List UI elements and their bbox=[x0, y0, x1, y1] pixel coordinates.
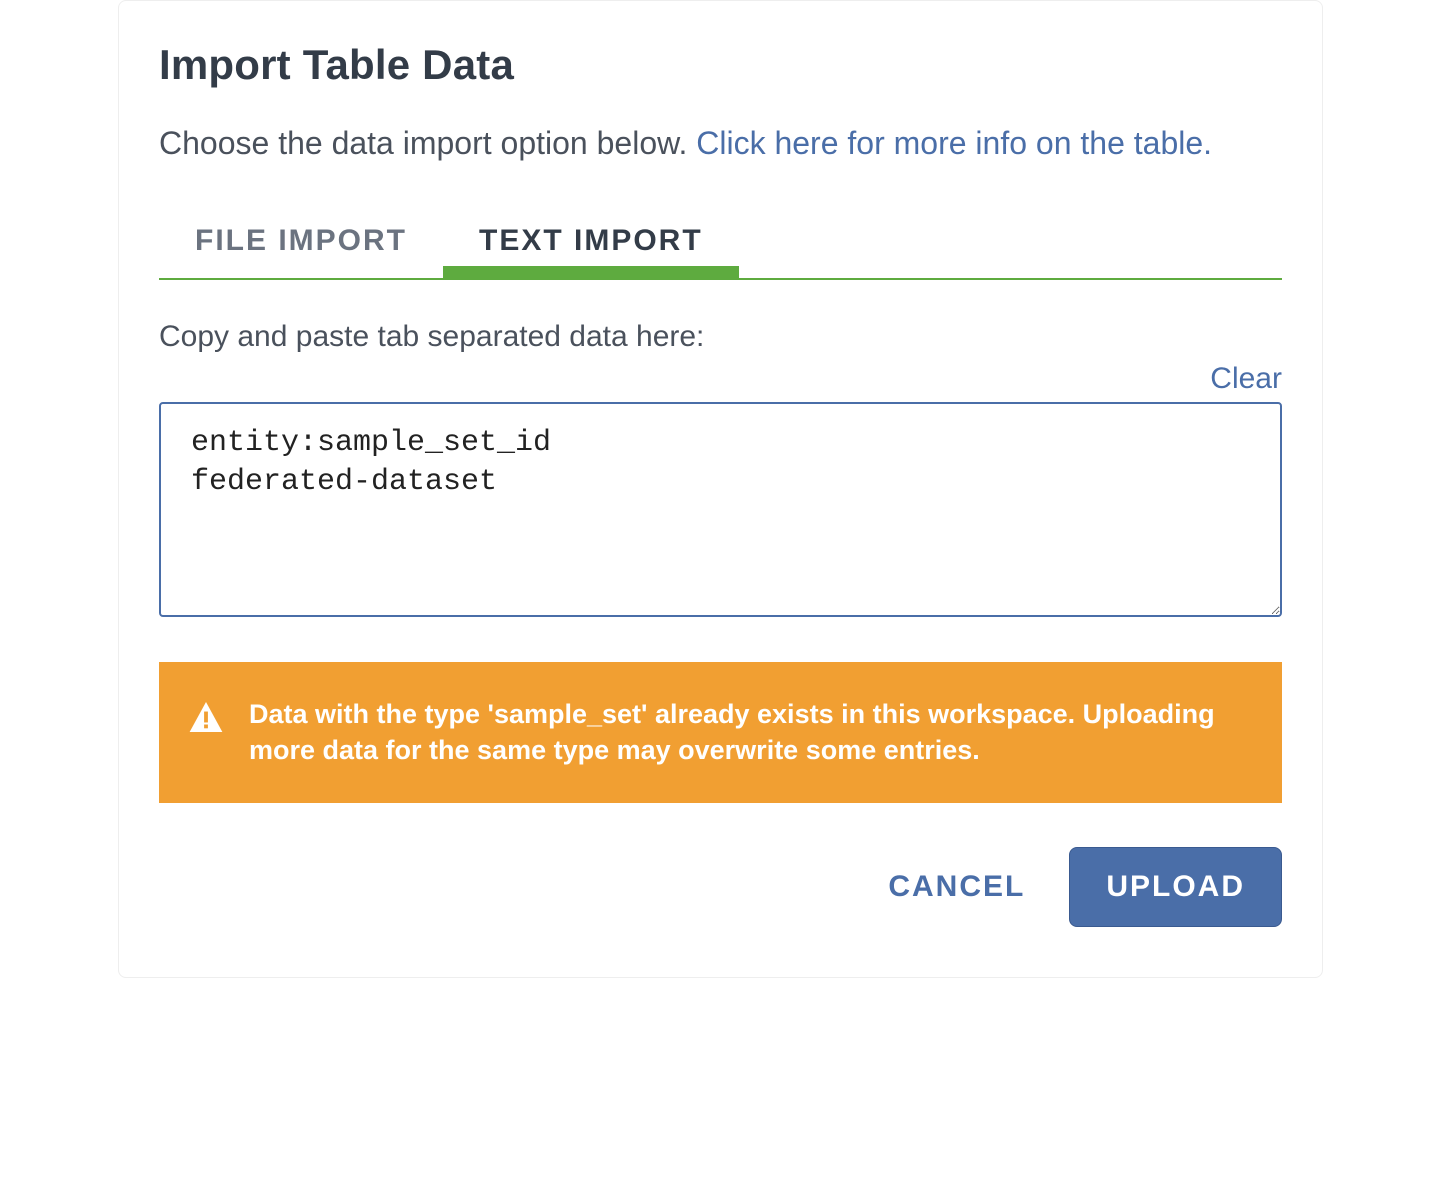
warning-banner: Data with the type 'sample_set' already … bbox=[159, 662, 1282, 803]
tab-file-import[interactable]: FILE IMPORT bbox=[159, 208, 443, 278]
dialog-subtitle: Choose the data import option below. Cli… bbox=[159, 121, 1282, 166]
clear-row: Clear bbox=[159, 362, 1282, 396]
warning-icon bbox=[189, 696, 223, 741]
subtitle-text: Choose the data import option below. bbox=[159, 125, 696, 161]
import-tabs: FILE IMPORT TEXT IMPORT bbox=[159, 208, 1282, 280]
paste-textarea[interactable] bbox=[159, 402, 1282, 617]
clear-link[interactable]: Clear bbox=[1210, 362, 1282, 395]
warning-text: Data with the type 'sample_set' already … bbox=[249, 696, 1252, 769]
import-table-data-dialog: Import Table Data Choose the data import… bbox=[118, 0, 1323, 978]
dialog-title: Import Table Data bbox=[159, 41, 1282, 89]
more-info-link[interactable]: Click here for more info on the table. bbox=[696, 125, 1212, 161]
upload-button[interactable]: UPLOAD bbox=[1069, 847, 1282, 927]
dialog-actions: CANCEL UPLOAD bbox=[159, 847, 1282, 927]
tab-text-import[interactable]: TEXT IMPORT bbox=[443, 208, 739, 278]
paste-label: Copy and paste tab separated data here: bbox=[159, 320, 1282, 354]
cancel-button[interactable]: CANCEL bbox=[878, 852, 1035, 922]
